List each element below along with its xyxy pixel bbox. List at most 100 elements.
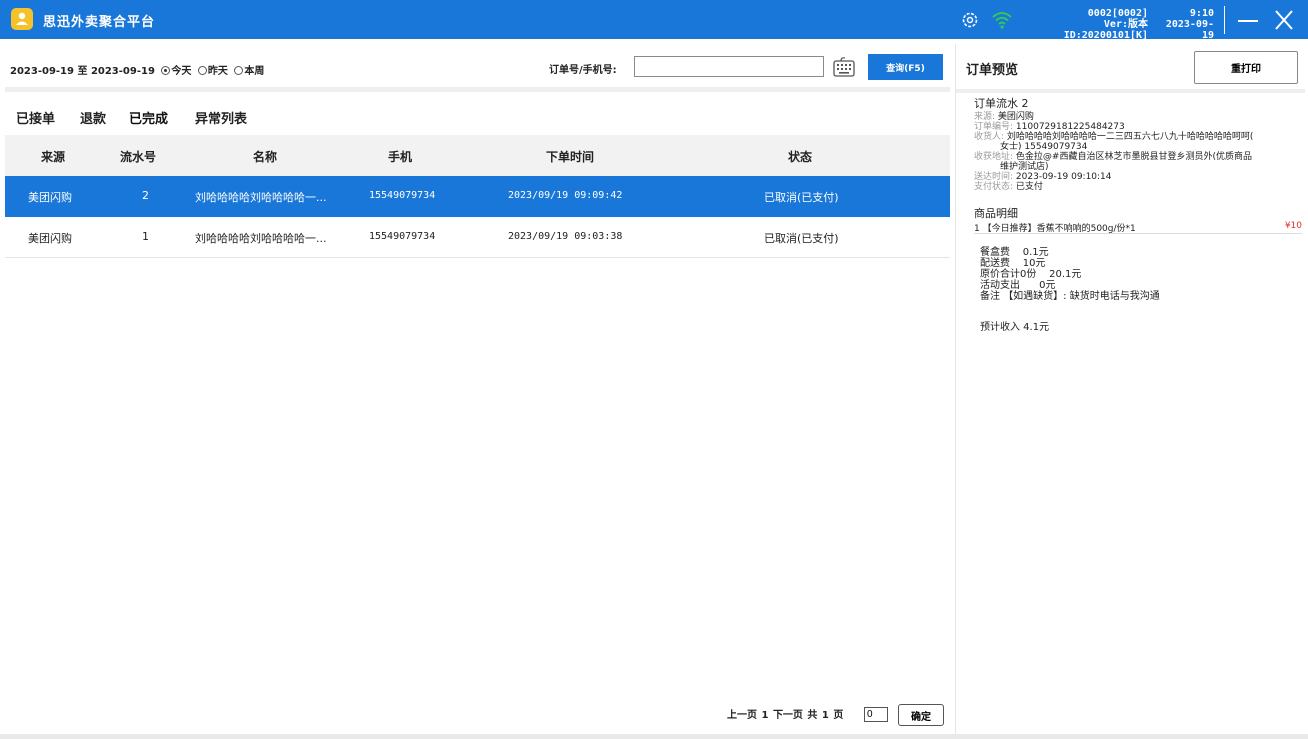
order-list-pane: 2023-09-19 至 2023-09-19 今天 昨天 本周 订单号/手机号…	[5, 44, 950, 734]
order-no-value: 1100729181225484273	[1015, 122, 1125, 132]
order-search-input[interactable]	[634, 56, 824, 77]
preview-source: 来源: 美团闪购	[974, 112, 1296, 122]
source-value: 美团闪购	[997, 112, 1034, 122]
radio-yesterday[interactable]	[197, 66, 207, 75]
delivery-value: 2023-09-19 09:10:14	[1015, 172, 1112, 182]
version-id: Ver:版本ID:20200101[K]	[1063, 19, 1148, 41]
table-row[interactable]: 美团闪购 2 刘哈哈哈哈刘哈哈哈哈一... 15549079734 2023/0…	[5, 176, 950, 217]
tab-refund[interactable]: 退款	[80, 108, 106, 127]
clock: 9:10 2023-09-19	[1156, 8, 1214, 41]
page-number-input[interactable]	[864, 707, 888, 722]
date-to[interactable]: 2023-09-19	[91, 66, 155, 77]
close-button[interactable]	[1272, 9, 1296, 31]
prev-page-link[interactable]: 上一页	[727, 710, 757, 721]
table-header: 来源 流水号 名称 手机 下单时间 状态	[5, 135, 950, 176]
tab-exceptions[interactable]: 异常列表	[195, 108, 247, 127]
remark-value: 【如遇缺货】: 缺货时电话与我沟通	[1003, 291, 1160, 302]
column-source: 来源	[40, 150, 65, 164]
radio-this-week[interactable]	[234, 66, 244, 75]
fee-value: 0.1元	[1022, 247, 1049, 258]
tab-accepted[interactable]: 已接单	[16, 108, 55, 127]
preview-title: 订单预览	[966, 63, 1019, 78]
table-row[interactable]: 美团闪购 1 刘哈哈哈哈刘哈哈哈哈一... 15549079734 2023/0…	[5, 217, 950, 258]
row-phone: 15549079734	[369, 231, 436, 242]
date-from[interactable]: 2023-09-19	[10, 66, 74, 77]
column-phone: 手机	[387, 150, 412, 164]
fee-delivery: 配送费 10元	[980, 258, 1296, 269]
row-serial: 1	[142, 230, 149, 243]
receiver-key: 收货人:	[974, 132, 1005, 142]
fee-value: 10元	[1022, 258, 1046, 269]
app-logo	[11, 8, 33, 30]
row-order-time: 2023/09/19 09:03:38	[508, 231, 623, 242]
minimize-button[interactable]	[1236, 9, 1260, 31]
row-order-time: 2023/09/19 09:09:42	[508, 190, 623, 201]
search-label: 订单号/手机号:	[549, 65, 617, 76]
preview-address: 收获地址: 色金拉@#西藏自治区林芝市墨脱县甘登乡测员外(优质商品	[974, 152, 1296, 162]
titlebar-divider	[1224, 6, 1225, 34]
radio-today[interactable]	[161, 66, 171, 75]
radio-this-week-label[interactable]: 本周	[244, 66, 264, 77]
preview-serial: 订单流水 2	[974, 97, 1029, 110]
date-separator: 至	[77, 66, 88, 77]
page-go-button[interactable]: 确定	[898, 704, 944, 726]
fee-label: 原价合计0份	[980, 269, 1037, 280]
keyboard-icon[interactable]	[832, 55, 856, 79]
title-bar: 思迅外卖聚合平台 0002[0002] Ver:版本ID:20200101[K]…	[0, 0, 1308, 41]
total-prefix: 共	[807, 710, 818, 721]
settings-gear-icon[interactable]	[961, 11, 979, 29]
goods-title: 商品明细	[974, 207, 1018, 220]
radio-yesterday-label[interactable]: 昨天	[208, 66, 228, 77]
preview-body: 订单流水 2 来源: 美团闪购 订单编号: 110072918122548427…	[974, 97, 1302, 333]
preview-pay-status: 支付状态: 已支付	[974, 182, 1296, 192]
current-page: 1	[761, 710, 769, 721]
fee-value: 20.1元	[1049, 269, 1082, 280]
pay-value: 已支付	[1015, 182, 1043, 192]
app-title: 思迅外卖聚合平台	[43, 15, 156, 30]
clock-time: 9:10	[1189, 8, 1214, 19]
row-status: 已取消(已支付)	[764, 191, 839, 204]
close-icon	[1275, 10, 1293, 30]
next-page-link[interactable]: 下一页	[773, 710, 803, 721]
tab-completed[interactable]: 已完成	[129, 108, 168, 127]
fee-label: 餐盒费	[980, 247, 1010, 258]
version-code: 0002[0002]	[1087, 8, 1148, 19]
row-name: 刘哈哈哈哈刘哈哈哈哈一...	[195, 191, 327, 204]
goods-name: 【今日推荐】香蕉不响响的500g/份*1	[982, 224, 1136, 234]
receiver-value: 刘哈哈哈哈刘哈哈哈哈一二三四五六七八九十哈哈哈哈哈呵呵(	[1006, 132, 1254, 142]
column-serial: 流水号	[119, 150, 156, 164]
clock-date: 2023-09-19	[1165, 19, 1214, 41]
wifi-icon	[992, 12, 1012, 29]
goods-qty: 1	[974, 224, 980, 234]
query-button[interactable]: 查询(F5)	[868, 54, 943, 80]
reprint-button[interactable]: 重打印	[1194, 51, 1298, 84]
order-preview-pane: 订单预览 重打印 订单流水 2 来源: 美团闪购 订单编号: 110072918…	[955, 44, 1305, 734]
pay-key: 支付状态:	[974, 182, 1014, 192]
fee-label: 活动支出	[980, 280, 1020, 291]
radio-today-label[interactable]: 今天	[171, 66, 191, 77]
row-phone: 15549079734	[369, 190, 436, 201]
preview-receiver: 收货人: 刘哈哈哈哈刘哈哈哈哈一二三四五六七八九十哈哈哈哈哈呵呵(	[974, 132, 1296, 142]
delivery-logo-icon	[16, 12, 28, 25]
fee-original-total: 原价合计0份 20.1元	[980, 269, 1296, 280]
filter-bar: 2023-09-19 至 2023-09-19 今天 昨天 本周 订单号/手机号…	[5, 44, 950, 92]
order-no-key: 订单编号:	[974, 122, 1014, 132]
expected-income: 预计收入 4.1元	[980, 322, 1050, 333]
row-status: 已取消(已支付)	[764, 232, 839, 245]
preview-receiver-cont: 女士) 15549079734	[1000, 142, 1088, 152]
row-serial: 2	[142, 189, 149, 202]
row-name: 刘哈哈哈哈刘哈哈哈哈一...	[195, 232, 327, 245]
total-pages: 1	[821, 710, 829, 721]
remark-label: 备注	[980, 291, 1000, 302]
fee-activity: 活动支出 0元	[980, 280, 1296, 291]
fee-label: 配送费	[980, 258, 1010, 269]
column-name: 名称	[252, 150, 277, 164]
preview-order-no: 订单编号: 1100729181225484273	[974, 122, 1296, 132]
row-source: 美团闪购	[28, 191, 72, 204]
fee-value: 0元	[1039, 280, 1056, 291]
version-info: 0002[0002] Ver:版本ID:20200101[K]	[1026, 8, 1148, 41]
address-key: 收获地址:	[974, 152, 1014, 162]
column-order-time: 下单时间	[545, 150, 594, 164]
delivery-key: 送达时间:	[974, 172, 1014, 182]
date-range: 2023-09-19 至 2023-09-19 今天 昨天 本周	[10, 62, 264, 77]
